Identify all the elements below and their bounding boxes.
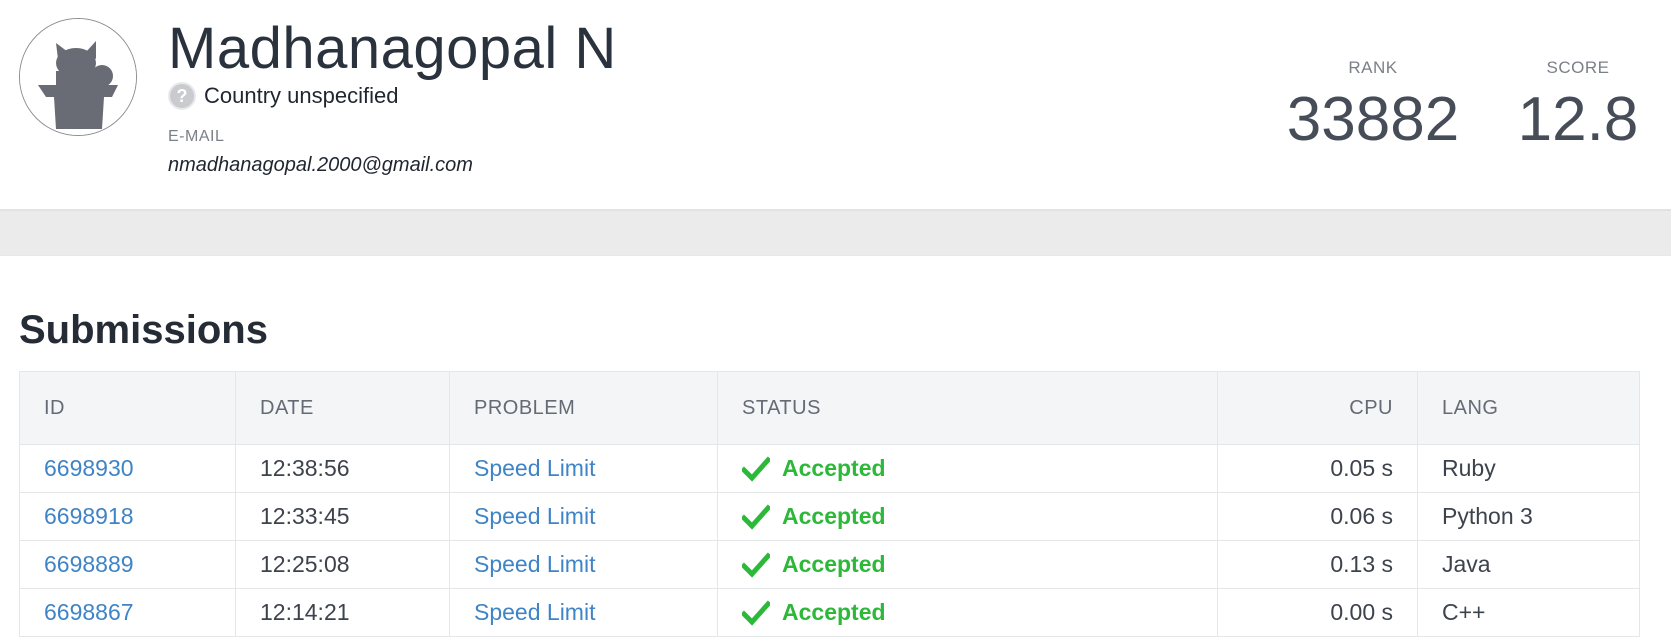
submission-date: 12:38:56 [235,444,450,493]
status-badge: Accepted [742,503,1193,531]
submission-id-link[interactable]: 6698889 [44,551,134,577]
submission-id-cell: 6698867 [19,588,236,637]
submission-status-cell: Accepted [717,540,1218,589]
email-label: E-MAIL [168,128,225,145]
table-row: 6698930 12:38:56 Speed Limit Accepted 0.… [19,444,1640,493]
question-mark-icon: ? [168,82,196,110]
column-header-problem[interactable]: PROBLEM [449,371,718,445]
status-text: Accepted [782,599,886,625]
rank-stat: RANK 33882 [1283,58,1463,156]
user-name: Madhanagopal N [168,16,617,81]
table-row: 6698889 12:25:08 Speed Limit Accepted 0.… [19,540,1640,589]
submission-status-cell: Accepted [717,444,1218,493]
submission-cpu: 0.05 s [1217,444,1418,493]
score-stat: SCORE 12.8 [1488,58,1668,156]
submission-date: 12:14:21 [235,588,450,637]
score-value: 12.8 [1517,85,1639,154]
country-label: Country unspecified [204,83,399,108]
submission-problem-cell: Speed Limit [449,492,718,541]
submissions-table: ID DATE PROBLEM STATUS CPU LANG 6698930 … [19,371,1640,637]
score-label: SCORE [1546,58,1610,77]
submission-id-cell: 6698918 [19,492,236,541]
problem-link[interactable]: Speed Limit [474,551,595,577]
rank-value: 33882 [1286,85,1460,154]
submission-status-cell: Accepted [717,588,1218,637]
avatar[interactable] [19,18,137,136]
country-row: ? Country unspecified [168,80,398,112]
submission-id-link[interactable]: 6698867 [44,599,134,625]
checkmark-icon [742,503,770,530]
submission-cpu: 0.06 s [1217,492,1418,541]
checkmark-icon [742,599,770,626]
submission-lang: Ruby [1417,444,1640,493]
problem-link[interactable]: Speed Limit [474,503,595,529]
section-divider-band [0,210,1671,256]
submission-id-cell: 6698930 [19,444,236,493]
table-row: 6698867 12:14:21 Speed Limit Accepted 0.… [19,588,1640,637]
table-row: 6698918 12:33:45 Speed Limit Accepted 0.… [19,492,1640,541]
default-avatar-icon [20,19,136,135]
profile-header: Madhanagopal N ? Country unspecified E-M… [0,0,1671,210]
status-badge: Accepted [742,599,1193,627]
submissions-table-wrapper: ID DATE PROBLEM STATUS CPU LANG 6698930 … [19,371,1640,637]
column-header-status[interactable]: STATUS [717,371,1218,445]
problem-link[interactable]: Speed Limit [474,599,595,625]
submissions-title: Submissions [19,308,268,352]
problem-link[interactable]: Speed Limit [474,455,595,481]
column-header-lang[interactable]: LANG [1417,371,1640,445]
table-header-row: ID DATE PROBLEM STATUS CPU LANG [19,371,1640,445]
submission-status-cell: Accepted [717,492,1218,541]
submission-problem-cell: Speed Limit [449,444,718,493]
status-text: Accepted [782,551,886,577]
rank-label: RANK [1348,58,1398,77]
submission-cpu: 0.13 s [1217,540,1418,589]
column-header-cpu[interactable]: CPU [1217,371,1418,445]
status-text: Accepted [782,503,886,529]
checkmark-icon [742,551,770,578]
checkmark-icon [742,455,770,482]
submission-problem-cell: Speed Limit [449,540,718,589]
submission-lang: C++ [1417,588,1640,637]
submission-lang: Python 3 [1417,492,1640,541]
column-header-id[interactable]: ID [19,371,236,445]
submission-date: 12:25:08 [235,540,450,589]
submission-problem-cell: Speed Limit [449,588,718,637]
submission-date: 12:33:45 [235,492,450,541]
submission-id-cell: 6698889 [19,540,236,589]
status-text: Accepted [782,455,886,481]
submission-cpu: 0.00 s [1217,588,1418,637]
email-value: nmadhanagopal.2000@gmail.com [168,154,473,176]
submission-lang: Java [1417,540,1640,589]
submission-id-link[interactable]: 6698918 [44,503,134,529]
status-badge: Accepted [742,551,1193,579]
status-badge: Accepted [742,455,1193,483]
column-header-date[interactable]: DATE [235,371,450,445]
submission-id-link[interactable]: 6698930 [44,455,134,481]
